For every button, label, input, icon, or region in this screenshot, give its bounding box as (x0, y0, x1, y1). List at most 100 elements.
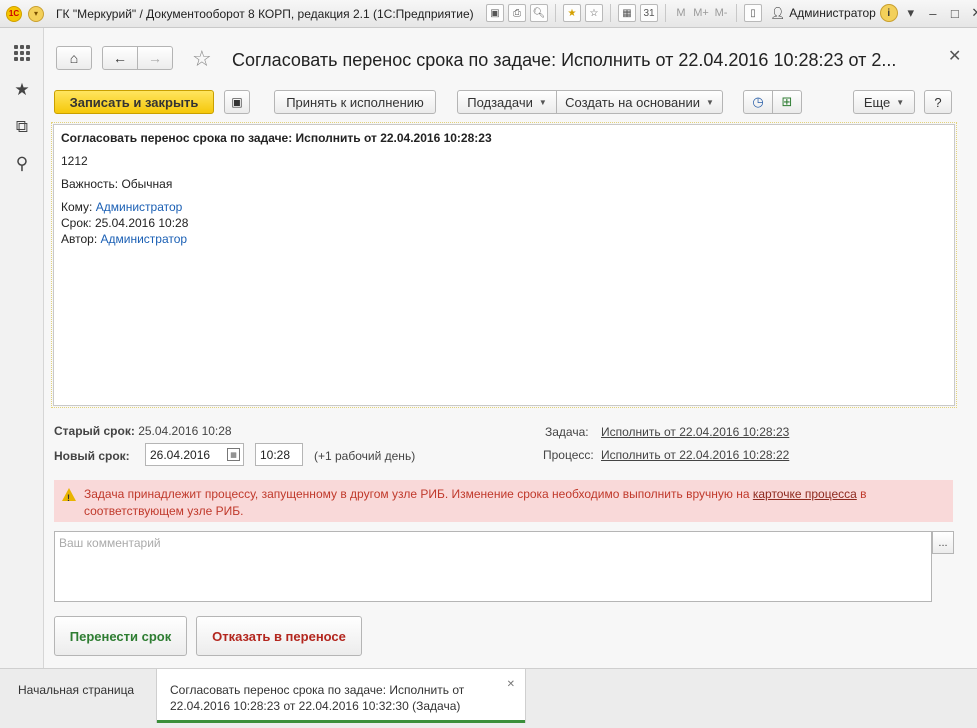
page-title: Согласовать перенос срока по задаче: Исп… (232, 50, 897, 70)
task-link[interactable]: Исполнить от 22.04.2016 10:28:23 (601, 425, 789, 439)
subtasks-button[interactable]: Подзадачи ▼ (457, 90, 557, 114)
search-icon[interactable]: ⚲ (0, 145, 44, 182)
new-deadline-hint: (+1 рабочий день) (314, 449, 416, 463)
warning-text: Задача принадлежит процессу, запущенному… (84, 486, 945, 520)
warning-text-before: Задача принадлежит процессу, запущенному… (84, 487, 753, 501)
open-windows-bar: Начальная страница Согласовать перенос с… (0, 668, 977, 728)
importance-label: Важность: (61, 177, 119, 191)
task-label: Задача: (545, 425, 589, 439)
warning-banner: Задача принадлежит процессу, запущенному… (54, 480, 953, 522)
arrow-right-icon: → (148, 50, 162, 66)
calendar-icon[interactable]: 31 (640, 4, 658, 22)
deadline-row: Срок: 25.04.2016 10:28 (61, 216, 947, 230)
subtasks-label: Подзадачи (467, 94, 533, 110)
tab-home[interactable]: Начальная страница (18, 683, 134, 697)
task-description: Согласовать перенос срока по задаче: Исп… (51, 122, 957, 408)
new-deadline-label: Новый срок: (54, 449, 130, 463)
create-based-on-label: Создать на основании (565, 94, 700, 110)
reject-transfer-button[interactable]: Отказать в переносе (196, 616, 362, 656)
toolbar-divider (555, 4, 556, 22)
new-deadline-date-input[interactable]: 26.04.2016 ▦ (145, 443, 244, 466)
toolbar-divider (610, 4, 611, 22)
minimize-button[interactable]: – (924, 6, 942, 21)
author-label: Автор: (61, 232, 98, 246)
process-link[interactable]: Исполнить от 22.04.2016 10:28:22 (601, 448, 789, 462)
author-row: Автор: Администратор (61, 232, 947, 246)
save-icon[interactable]: ▣ (486, 4, 504, 22)
schedule-button[interactable]: ◷ (743, 90, 773, 114)
document-plus-icon: ⊞ (781, 94, 793, 109)
importance-row: Важность: Обычная (61, 177, 947, 191)
toolbar-divider (736, 4, 737, 22)
deadline-value: 25.04.2016 10:28 (94, 216, 189, 230)
info-icon[interactable]: i (879, 4, 898, 22)
toolbar-divider (665, 4, 666, 22)
save-button[interactable]: ▣ (224, 90, 250, 114)
process-card-link[interactable]: карточке процесса (753, 487, 857, 501)
close-tab-icon[interactable]: ✕ (507, 677, 515, 693)
window-titlebar: 1С ▾ ГК "Меркурий" / Документооборот 8 К… (0, 0, 977, 28)
apps-icon[interactable] (0, 34, 44, 71)
new-deadline-date-value: 26.04.2016 (150, 447, 211, 462)
favorite-icon[interactable]: ★ (563, 4, 581, 22)
to-label: Кому: (61, 200, 93, 214)
favorite-star-icon[interactable]: ☆ (192, 46, 212, 72)
close-window-button[interactable]: ✕ (968, 5, 977, 21)
panel-toggle-icon[interactable]: ▯ (744, 4, 762, 22)
disk-icon: ▣ (231, 95, 243, 109)
add-document-button[interactable]: ⊞ (772, 90, 802, 114)
task-form: ⌂ ← → ☆ Согласовать перенос срока по зад… (44, 28, 977, 668)
chevron-down-icon: ▼ (538, 97, 547, 107)
message-body: 1212 (61, 154, 88, 168)
to-link[interactable]: Администратор (96, 200, 183, 214)
home-icon: ⌂ (69, 50, 79, 66)
current-user[interactable]: 👤︎ Администратор (770, 6, 876, 20)
dropdown-chevron-icon[interactable]: ▾ (902, 5, 920, 21)
forward-button[interactable]: → (137, 46, 173, 70)
more-button[interactable]: Еще ▼ (853, 90, 915, 114)
user-icon: 👤︎ (770, 6, 786, 20)
calendar-picker-icon[interactable]: ▦ (227, 448, 240, 461)
message-title: Согласовать перенос срока по задаче: Исп… (61, 131, 492, 145)
importance-value: Обычная (121, 177, 173, 191)
create-based-on-button[interactable]: Создать на основании ▼ (556, 90, 723, 114)
star-icon[interactable]: ★ (0, 71, 44, 108)
main-menu-icon[interactable]: ▾ (28, 5, 44, 22)
help-button[interactable]: ? (924, 90, 952, 114)
accept-button[interactable]: Принять к исполнению (274, 90, 436, 114)
save-and-close-button[interactable]: Записать и закрыть (54, 90, 214, 114)
deadline-label: Срок: (61, 216, 92, 230)
new-deadline-time-input[interactable]: 10:28 (255, 443, 303, 466)
home-button[interactable]: ⌂ (56, 46, 92, 70)
comment-field[interactable]: Ваш комментарий (54, 531, 932, 602)
memory-minus-button[interactable]: M- (713, 7, 729, 19)
print-icon[interactable]: ⎙ (508, 4, 526, 22)
transfer-deadline-button[interactable]: Перенести срок (54, 616, 187, 656)
tab-label-line1: Согласовать перенос срока по задаче: Исп… (170, 683, 465, 697)
app-logo-icon: 1С (6, 5, 22, 22)
bookmark-icon[interactable]: ☆ (585, 4, 603, 22)
close-form-button[interactable]: ✕ (948, 46, 961, 66)
warning-icon (62, 488, 76, 507)
preview-icon[interactable]: 🔍︎ (530, 4, 548, 22)
memory-button[interactable]: M (673, 7, 689, 19)
user-name: Администратор (789, 6, 876, 20)
back-button[interactable]: ← (102, 46, 138, 70)
to-row: Кому: Администратор (61, 200, 947, 214)
old-deadline-label: Старый срок: (54, 424, 135, 438)
process-label: Процесс: (543, 448, 594, 462)
memory-plus-button[interactable]: M+ (693, 7, 709, 19)
tab-label-line2: 22.04.2016 10:28:23 от 22.04.2016 10:32:… (170, 699, 461, 713)
sections-sidebar: ★ ⧉ ⚲ (0, 28, 44, 668)
history-icon[interactable]: ⧉ (0, 108, 44, 145)
old-deadline-value: 25.04.2016 10:28 (138, 424, 232, 438)
window-title: ГК "Меркурий" / Документооборот 8 КОРП, … (56, 6, 474, 21)
chevron-down-icon: ▼ (896, 97, 905, 107)
arrow-left-icon: ← (113, 50, 127, 66)
tab-current-task[interactable]: Согласовать перенос срока по задаче: Исп… (156, 669, 526, 723)
comment-expand-button[interactable]: ... (932, 531, 954, 554)
chevron-down-icon: ▼ (705, 97, 714, 107)
maximize-button[interactable]: □ (946, 6, 964, 21)
author-link[interactable]: Администратор (101, 232, 188, 246)
calculator-icon[interactable]: ▦ (618, 4, 636, 22)
